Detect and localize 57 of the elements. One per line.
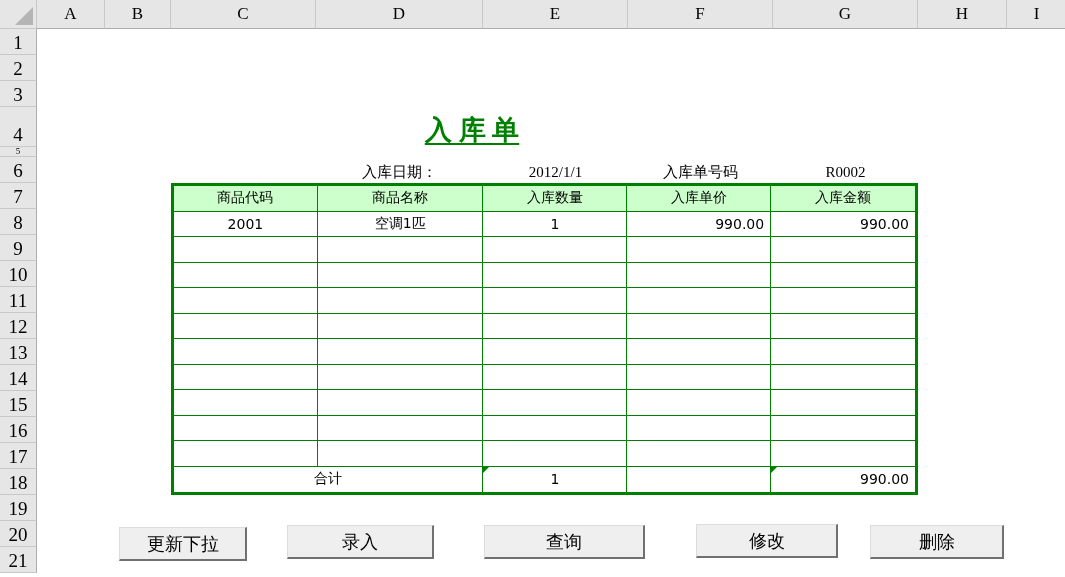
row-header[interactable]: 3 bbox=[0, 81, 37, 107]
column-header[interactable]: A bbox=[37, 0, 105, 29]
row-header[interactable]: 13 bbox=[0, 339, 37, 365]
row-header[interactable]: 9 bbox=[0, 235, 37, 261]
column-header[interactable]: G bbox=[773, 0, 918, 29]
info-text: 入库单号码 bbox=[663, 163, 738, 182]
select-all-corner[interactable] bbox=[0, 0, 37, 29]
column-header[interactable]: D bbox=[316, 0, 483, 29]
row-header[interactable]: 6 bbox=[0, 157, 37, 183]
column-header[interactable]: I bbox=[1007, 0, 1065, 29]
table-cell: 合计 bbox=[174, 466, 484, 492]
sheet-button[interactable]: 更新下拉 bbox=[119, 527, 247, 561]
row-header[interactable]: 16 bbox=[0, 417, 37, 443]
row-header[interactable]: 4 bbox=[0, 107, 37, 147]
row-header[interactable]: 10 bbox=[0, 261, 37, 287]
info-text: 2012/1/1 bbox=[528, 163, 583, 182]
column-heading: 入库金额 bbox=[771, 186, 915, 212]
sheet-button[interactable]: 录入 bbox=[287, 525, 434, 559]
table-cell: 990.00 bbox=[771, 211, 915, 237]
error-indicator-icon bbox=[771, 466, 778, 473]
row-header[interactable]: 14 bbox=[0, 365, 37, 391]
column-header[interactable]: E bbox=[483, 0, 628, 29]
info-text: 入库日期： bbox=[362, 163, 437, 182]
column-header[interactable]: B bbox=[105, 0, 171, 29]
sheet-button[interactable]: 删除 bbox=[870, 525, 1004, 559]
row-header[interactable]: 17 bbox=[0, 443, 37, 469]
row-header[interactable]: 11 bbox=[0, 287, 37, 313]
row-header[interactable]: 8 bbox=[0, 209, 37, 235]
column-heading: 商品名称 bbox=[317, 186, 484, 212]
table-cell: 1 bbox=[483, 211, 628, 237]
column-header[interactable]: F bbox=[628, 0, 773, 29]
row-header[interactable]: 20 bbox=[0, 521, 37, 547]
row-header[interactable]: 2 bbox=[0, 55, 37, 81]
column-heading: 商品代码 bbox=[174, 186, 318, 212]
column-heading: 入库单价 bbox=[627, 186, 772, 212]
column-heading: 入库数量 bbox=[483, 186, 628, 212]
table-cell: 990.00 bbox=[771, 466, 915, 492]
row-header[interactable]: 19 bbox=[0, 495, 37, 521]
table-cell: 空调1匹 bbox=[317, 211, 484, 237]
table-cell: 990.00 bbox=[627, 211, 772, 237]
row-header[interactable]: 5 bbox=[0, 147, 37, 157]
info-text: R0002 bbox=[825, 163, 866, 182]
row-header[interactable]: 15 bbox=[0, 391, 37, 417]
row-header[interactable]: 7 bbox=[0, 183, 37, 209]
column-header[interactable]: C bbox=[171, 0, 316, 29]
row-header[interactable]: 18 bbox=[0, 469, 37, 495]
row-header[interactable]: 1 bbox=[0, 29, 37, 55]
column-header[interactable]: H bbox=[918, 0, 1007, 29]
table-cell: 2001 bbox=[174, 211, 318, 237]
error-indicator-icon bbox=[483, 466, 490, 473]
sheet-button[interactable]: 修改 bbox=[696, 524, 838, 558]
table-cell: 1 bbox=[483, 466, 628, 492]
row-header[interactable]: 12 bbox=[0, 313, 37, 339]
sheet-button[interactable]: 查询 bbox=[484, 525, 645, 559]
triangle-icon bbox=[15, 7, 33, 25]
row-header[interactable]: 21 bbox=[0, 547, 37, 573]
sheet-title: 入 库 单 bbox=[424, 114, 520, 147]
